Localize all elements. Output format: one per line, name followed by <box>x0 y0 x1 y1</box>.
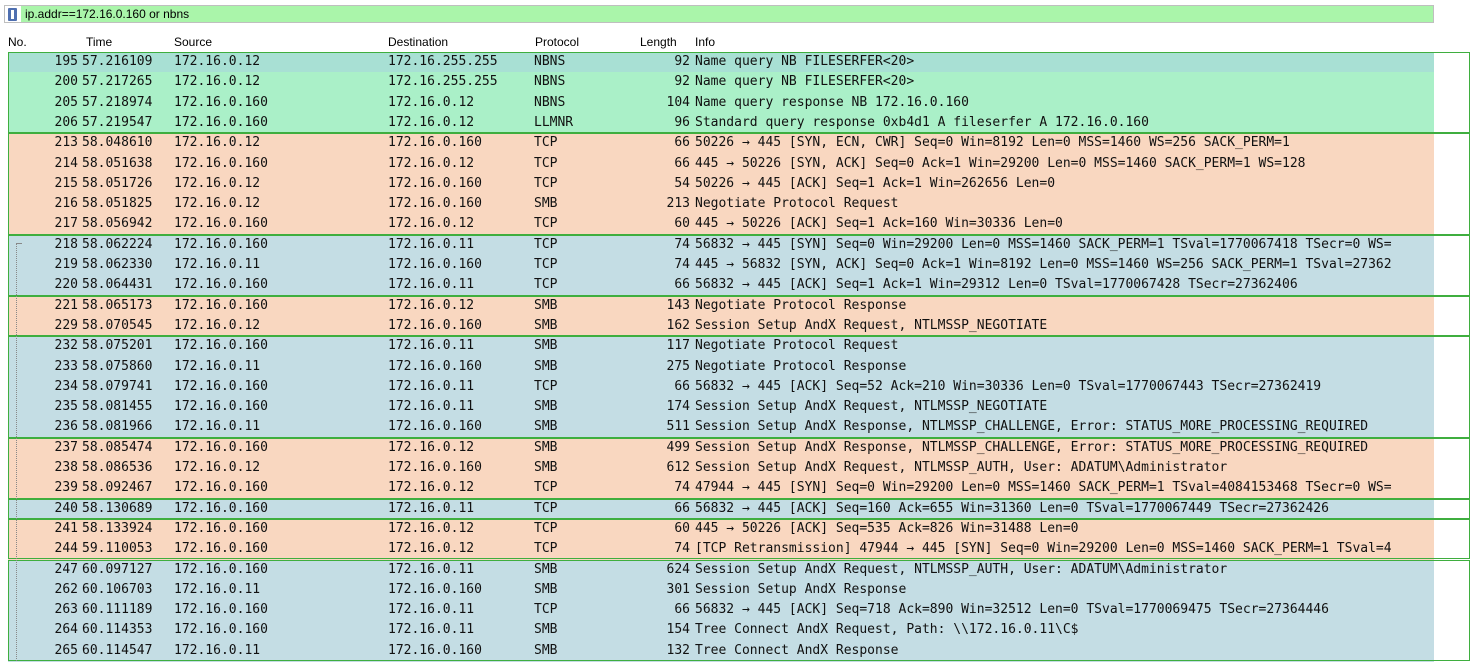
conversation-group-outline <box>8 498 1470 519</box>
column-header-protocol[interactable]: Protocol <box>535 35 579 49</box>
related-packet-bracket-top <box>16 242 22 244</box>
column-header-no[interactable]: No. <box>8 35 27 49</box>
conversation-group-outline <box>8 559 1470 661</box>
conversation-group-outline <box>8 234 1470 296</box>
packet-list-header: No. Time Source Destination Protocol Len… <box>0 33 1436 51</box>
display-filter-input[interactable]: ip.addr==172.16.0.160 or nbns <box>25 7 189 21</box>
column-header-length[interactable]: Length <box>640 35 677 49</box>
column-header-source[interactable]: Source <box>174 35 212 49</box>
column-header-info[interactable]: Info <box>695 35 715 49</box>
bookmark-icon[interactable] <box>8 8 17 21</box>
conversation-group-outline <box>8 437 1470 499</box>
conversation-group-outline <box>8 295 1470 337</box>
conversation-group-outline <box>8 133 1470 235</box>
conversation-group-outline <box>8 336 1470 438</box>
conversation-group-outline <box>8 518 1470 560</box>
column-header-destination[interactable]: Destination <box>388 35 448 49</box>
column-header-time[interactable]: Time <box>86 35 112 49</box>
conversation-group-outline <box>8 52 1470 134</box>
filter-valid-highlight <box>21 6 1433 22</box>
display-filter-bar[interactable]: ip.addr==172.16.0.160 or nbns <box>4 5 1434 23</box>
related-packet-bracket <box>16 242 18 661</box>
